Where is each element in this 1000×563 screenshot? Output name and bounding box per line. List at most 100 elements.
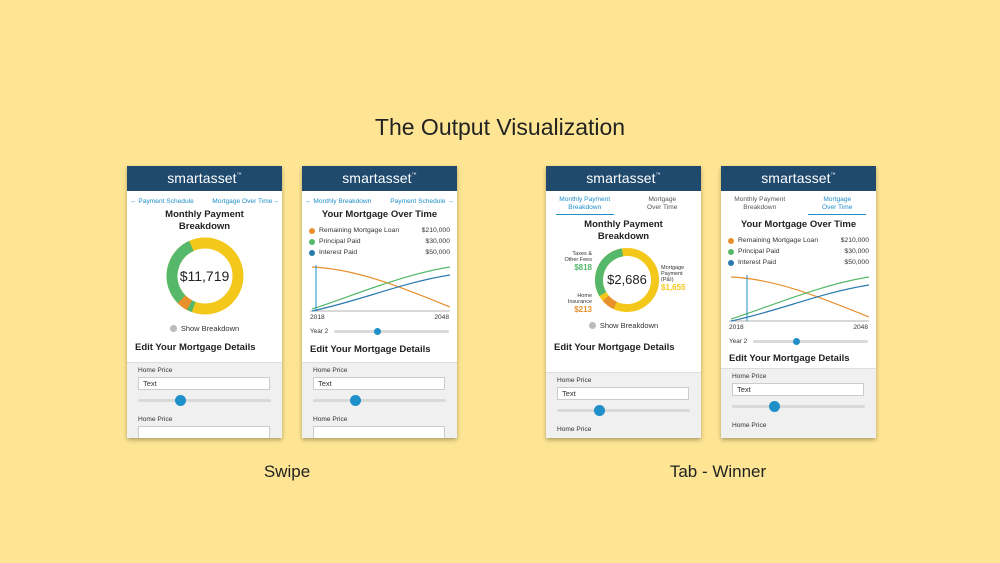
- home-price-input[interactable]: Text: [138, 377, 270, 390]
- brand-logo: smartasset: [342, 170, 412, 186]
- taxes-label: Taxes & Other Fees $818: [550, 251, 592, 272]
- insurance-label: Home Insurance $213: [550, 293, 592, 314]
- swipe-nav: ← Monthly Breakdown Payment Schedule →: [302, 191, 457, 209]
- year-start-label: 2018: [729, 324, 744, 331]
- year-slider-row: Year 2: [721, 336, 876, 346]
- line-chart: [729, 275, 869, 322]
- payment-donut: $2,686: [593, 246, 661, 314]
- toggle-icon: [588, 322, 596, 329]
- app-header: smartasset™: [546, 166, 701, 191]
- home-price-input-2[interactable]: [313, 426, 445, 438]
- home-price-slider[interactable]: [313, 395, 446, 406]
- donut-total: $2,686: [607, 272, 647, 287]
- mortgage-chart: 2018 2048: [302, 261, 457, 323]
- home-price-label: Home Price: [557, 377, 592, 384]
- card-title: Monthly Payment Breakdown: [165, 209, 244, 232]
- home-price-label: Home Price: [138, 367, 173, 374]
- phone-tab-over-time: smartasset™ Monthly Payment Breakdown Mor…: [721, 166, 876, 438]
- blue-dot-icon: [309, 249, 315, 256]
- legend-item: Principal Paid $30,000: [728, 246, 869, 257]
- green-dot-icon: [728, 248, 734, 255]
- green-dot-icon: [309, 238, 315, 245]
- app-header: smartasset™: [127, 166, 282, 191]
- tab-mortgage-over-time[interactable]: Mortgage Over Time: [633, 196, 691, 215]
- caption-swipe: Swipe: [263, 462, 311, 481]
- year-slider[interactable]: [334, 327, 449, 335]
- phone-swipe-monthly: smartasset™ ← Payment Schedule Mortgage …: [127, 166, 282, 438]
- year-slider-knob[interactable]: [374, 327, 382, 335]
- breakdown-area: Taxes & Other Fees $818 Home Insurance $…: [546, 243, 701, 321]
- year-slider-row: Year 2: [302, 326, 457, 336]
- next-link[interactable]: Mortgage Over Time→: [212, 198, 279, 209]
- card-title: Monthly Payment Breakdown: [584, 219, 663, 242]
- next-link[interactable]: Payment Schedule →: [390, 198, 454, 209]
- legend-item: Interest Paid $50,000: [728, 257, 869, 268]
- app-header: smartasset™: [302, 166, 457, 191]
- phone-tab-monthly: smartasset™ Monthly Payment Breakdown Mor…: [546, 166, 701, 438]
- prev-link[interactable]: ← Monthly Breakdown: [305, 198, 371, 209]
- edit-title: Edit Your Mortgage Details: [135, 342, 256, 353]
- mortgage-amount: $1,655: [661, 283, 686, 292]
- home-price-slider[interactable]: [732, 401, 865, 412]
- payment-donut: $11,719: [165, 236, 245, 316]
- year-end-label: 2048: [853, 324, 868, 331]
- home-price-input[interactable]: Text: [313, 377, 445, 390]
- legend-item: Principal Paid $30,000: [309, 236, 450, 247]
- card-title: Your Mortgage Over Time: [321, 209, 438, 220]
- year-slider-knob[interactable]: [793, 337, 801, 345]
- edit-title: Edit Your Mortgage Details: [729, 353, 850, 364]
- swipe-nav: ← Payment Schedule Mortgage Over Time→: [127, 191, 282, 209]
- slider-knob[interactable]: [175, 395, 186, 406]
- show-breakdown-toggle[interactable]: Show Breakdown: [127, 324, 282, 333]
- mortgage-label: Mortgage Payment (P&I) $1,655: [661, 265, 697, 292]
- home-price-input[interactable]: Text: [557, 387, 689, 400]
- chart-legend: Remaining Mortgage Loan $210,000 Principa…: [721, 231, 876, 268]
- orange-dot-icon: [728, 237, 734, 244]
- donut-total: $11,719: [179, 268, 230, 284]
- caption-tab-winner: Tab - Winner: [669, 462, 767, 481]
- card-title: Your Mortgage Over Time: [740, 219, 857, 230]
- home-price-label-2: Home Price: [138, 416, 173, 423]
- edit-section: Home Price Text Home Price: [721, 368, 876, 438]
- brand-logo: smartasset: [586, 170, 656, 186]
- home-price-label-2: Home Price: [557, 426, 592, 433]
- blue-dot-icon: [728, 259, 734, 266]
- slider-knob[interactable]: [769, 401, 780, 412]
- home-price-slider[interactable]: [138, 395, 271, 406]
- app-header: smartasset™: [721, 166, 876, 191]
- tab-bar: Monthly Payment Breakdown Mortgage Over Ti…: [721, 191, 876, 215]
- year-slider[interactable]: [753, 337, 868, 345]
- toggle-icon: [169, 325, 177, 332]
- brand-logo: smartasset: [761, 170, 831, 186]
- year-end-label: 2048: [434, 314, 449, 321]
- tab-monthly-breakdown[interactable]: Monthly Payment Breakdown: [731, 196, 789, 215]
- slider-knob[interactable]: [350, 395, 361, 406]
- mortgage-chart: 2018 2048: [721, 271, 876, 333]
- home-price-label: Home Price: [313, 367, 348, 374]
- taxes-amount: $818: [574, 263, 592, 272]
- edit-section: Home Price Text Home Price: [302, 362, 457, 438]
- legend-item: Remaining Mortgage Loan $210,000: [728, 235, 869, 246]
- line-chart: [310, 265, 450, 312]
- insurance-amount: $213: [574, 305, 592, 314]
- tab-bar: Monthly Payment Breakdown Mortgage Over Ti…: [546, 191, 701, 215]
- show-breakdown-toggle[interactable]: Show Breakdown: [546, 321, 701, 330]
- edit-section: Home Price Text Home Price: [127, 362, 282, 438]
- edit-section: Home Price Text Home Price: [546, 372, 701, 438]
- home-price-label-2: Home Price: [732, 422, 767, 429]
- home-price-label-2: Home Price: [313, 416, 348, 423]
- chart-legend: Remaining Mortgage Loan $210,000 Principa…: [302, 221, 457, 258]
- prev-link[interactable]: ← Payment Schedule: [130, 198, 194, 209]
- slider-knob[interactable]: [594, 405, 605, 416]
- slide-title: The Output Visualization: [374, 114, 626, 140]
- home-price-input[interactable]: Text: [732, 383, 864, 396]
- home-price-label: Home Price: [732, 373, 767, 380]
- tab-monthly-breakdown[interactable]: Monthly Payment Breakdown: [555, 196, 614, 215]
- brand-logo: smartasset: [167, 170, 237, 186]
- tab-mortgage-over-time[interactable]: Mortgage Over Time: [808, 196, 867, 215]
- orange-dot-icon: [309, 227, 315, 234]
- home-price-input-2[interactable]: [138, 426, 270, 438]
- edit-title: Edit Your Mortgage Details: [554, 342, 675, 353]
- home-price-slider[interactable]: [557, 405, 690, 416]
- phone-swipe-over-time: smartasset™ ← Monthly Breakdown Payment …: [302, 166, 457, 438]
